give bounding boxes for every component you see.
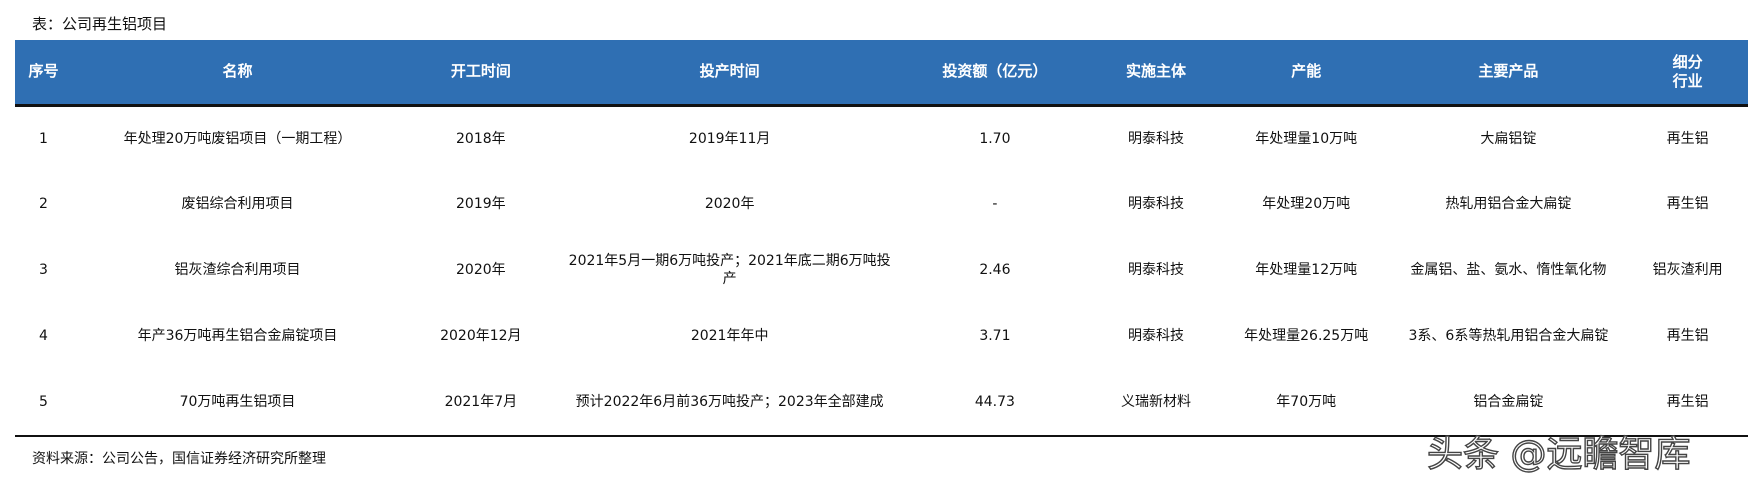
cell-capacity: 年处理量26.25万吨	[1244, 328, 1369, 344]
source-note: 资料来源：公司公告，国信证券经济研究所整理	[32, 451, 326, 467]
cell-name: 70万吨再生铝项目	[179, 394, 296, 410]
cell-index: 2	[39, 196, 48, 212]
header-name: 名称	[71, 40, 404, 107]
watermark-text: 头条 @远瞻智库	[1427, 434, 1690, 475]
cell-investment: -	[992, 196, 998, 212]
cell-name: 铝灰渣综合利用项目	[174, 262, 301, 278]
header-main-products: 主要产品	[1389, 40, 1628, 107]
header-entity: 实施主体	[1089, 40, 1223, 107]
cell-name: 废铝综合利用项目	[181, 196, 294, 212]
cell-investment: 1.70	[979, 130, 1011, 147]
watermark-logo: 头条 @远瞻智库	[1426, 433, 1691, 475]
cell-investment: 3.71	[979, 328, 1011, 344]
cell-start-date: 2021年7月	[444, 394, 518, 410]
cell-investment: 44.73	[974, 394, 1015, 410]
cell-capacity: 年处理量10万吨	[1255, 130, 1358, 147]
cell-index: 5	[39, 394, 48, 410]
cell-capacity: 年处理量12万吨	[1255, 262, 1358, 278]
cell-name: 年产36万吨再生铝合金扁锭项目	[137, 328, 338, 344]
table-row: 2 废铝综合利用项目 2019年 2020年 - 明泰科技 年处理20万吨 热轧…	[15, 171, 1748, 237]
cell-segment: 再生铝	[1666, 196, 1709, 212]
table-row: 1 年处理20万吨废铝项目（一期工程） 2018年 2019年11月 1.70 …	[15, 105, 1748, 171]
cell-production-date: 预计2022年6月前36万吨投产；2023年全部建成	[575, 394, 884, 410]
cell-main-products: 热轧用铝合金大扁锭	[1445, 196, 1572, 212]
cell-name: 年处理20万吨废铝项目（一期工程）	[123, 130, 352, 147]
cell-index: 4	[39, 328, 48, 344]
cell-entity: 明泰科技	[1128, 196, 1185, 212]
header-investment: 投资额（亿元）	[900, 40, 1090, 107]
table-header-row: 序号 名称 开工时间 投产时间 投资额（亿元） 实施主体 产能 主要产品 细分 …	[15, 40, 1748, 107]
cell-start-date: 2019年	[456, 196, 506, 212]
table-row: 4 年产36万吨再生铝合金扁锭项目 2020年12月 2021年年中 3.71 …	[15, 303, 1748, 369]
cell-index: 1	[39, 130, 48, 147]
cell-start-date: 2020年12月	[440, 328, 522, 344]
cell-start-date: 2020年	[456, 262, 506, 278]
cell-capacity: 年70万吨	[1276, 394, 1337, 410]
cell-production-date: 2019年11月	[688, 130, 771, 147]
header-index: 序号	[15, 40, 72, 107]
cell-investment: 2.46	[979, 262, 1011, 278]
header-production-date: 投产时间	[558, 40, 901, 107]
cell-main-products: 大扁铝锭	[1480, 130, 1537, 147]
table-caption: 表：公司再生铝项目	[32, 15, 168, 33]
header-capacity: 产能	[1222, 40, 1390, 107]
cell-production-date: 2020年	[704, 196, 755, 212]
cell-main-products: 金属铝、盐、氨水、惰性氧化物	[1410, 262, 1607, 278]
cell-capacity: 年处理20万吨	[1262, 196, 1351, 212]
project-table-wrapper: 序号 名称 开工时间 投产时间 投资额（亿元） 实施主体 产能 主要产品 细分 …	[15, 40, 1748, 437]
cell-entity: 明泰科技	[1128, 328, 1185, 344]
cell-segment: 铝灰渣利用	[1652, 262, 1723, 278]
header-segment: 细分 行业	[1627, 40, 1748, 107]
cell-entity: 明泰科技	[1128, 130, 1185, 147]
cell-production-date: 2021年5月一期6万吨投产；2021年底二期6万吨投产	[568, 253, 891, 287]
header-start-date: 开工时间	[403, 40, 559, 107]
table-row: 3 铝灰渣综合利用项目 2020年 2021年5月一期6万吨投产；2021年底二…	[15, 237, 1748, 303]
cell-segment: 再生铝	[1666, 328, 1709, 344]
cell-entity: 义瑞新材料	[1121, 394, 1192, 410]
cell-start-date: 2018年	[456, 130, 506, 147]
cell-entity: 明泰科技	[1128, 262, 1185, 278]
cell-main-products: 3系、6系等热轧用铝合金大扁锭	[1408, 328, 1609, 344]
cell-segment: 再生铝	[1666, 130, 1709, 147]
cell-production-date: 2021年年中	[690, 328, 769, 344]
cell-index: 3	[39, 262, 48, 278]
project-table: 序号 名称 开工时间 投产时间 投资额（亿元） 实施主体 产能 主要产品 细分 …	[15, 40, 1748, 435]
